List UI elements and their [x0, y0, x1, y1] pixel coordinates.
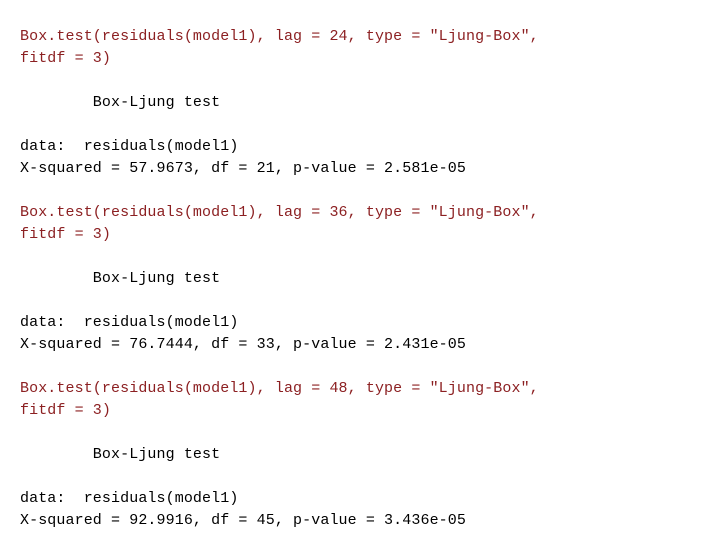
- r-console-output[interactable]: Box.test(residuals(model1), lag = 24, ty…: [0, 0, 720, 540]
- block-separator: [20, 356, 720, 378]
- console-block: Box.test(residuals(model1), lag = 48, ty…: [20, 378, 720, 532]
- test-title: Box-Ljung test: [20, 270, 221, 287]
- console-block: Box.test(residuals(model1), lag = 36, ty…: [20, 202, 720, 356]
- statistics-line: X-squared = 76.7444, df = 33, p-value = …: [20, 336, 466, 353]
- command-line-continuation: fitdf = 3): [20, 50, 112, 67]
- command-line-continuation: fitdf = 3): [20, 226, 112, 243]
- command-line: Box.test(residuals(model1), lag = 36, ty…: [20, 204, 539, 221]
- block-separator: [20, 180, 720, 202]
- data-line: data: residuals(model1): [20, 314, 239, 331]
- command-line: Box.test(residuals(model1), lag = 48, ty…: [20, 380, 539, 397]
- test-title: Box-Ljung test: [20, 94, 221, 111]
- statistics-line: X-squared = 92.9916, df = 45, p-value = …: [20, 512, 466, 529]
- command-line: Box.test(residuals(model1), lag = 24, ty…: [20, 28, 539, 45]
- command-line-continuation: fitdf = 3): [20, 402, 112, 419]
- statistics-line: X-squared = 57.9673, df = 21, p-value = …: [20, 160, 466, 177]
- console-block: Box.test(residuals(model1), lag = 24, ty…: [20, 26, 720, 180]
- data-line: data: residuals(model1): [20, 490, 239, 507]
- data-line: data: residuals(model1): [20, 138, 239, 155]
- test-title: Box-Ljung test: [20, 446, 221, 463]
